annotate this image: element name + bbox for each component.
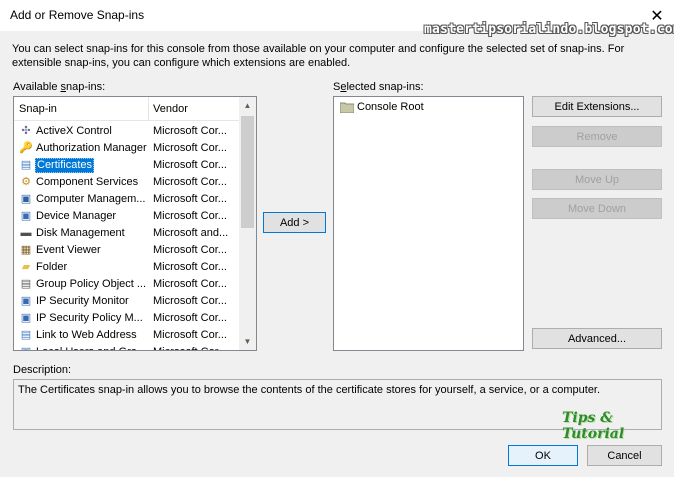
folder-icon: ▰: [21, 261, 31, 273]
certificates-icon: ▤: [20, 159, 32, 171]
list-item[interactable]: 🔑 Authorization Manager Microsoft Cor...: [14, 140, 240, 157]
snapin-name: IP Security Policy M...: [36, 312, 143, 324]
list-item[interactable]: ▣ IP Security Monitor Microsoft Cor...: [14, 293, 240, 310]
snapin-vendor: Microsoft Cor...: [153, 244, 227, 256]
available-snapins-list[interactable]: Snap-in Vendor ✣ ActiveX Control Microsoft…: [13, 96, 257, 351]
watermark-text: mastertipsorialindo.blogspot.com: [424, 22, 674, 37]
snapin-name: Component Services: [36, 176, 139, 188]
device-manager-icon: ▣: [20, 210, 32, 222]
snapin-name: Link to Web Address: [36, 329, 137, 341]
vertical-scrollbar[interactable]: ▲ ▼: [239, 97, 256, 350]
snapin-vendor: Microsoft Cor...: [153, 295, 227, 307]
remove-button[interactable]: Remove: [532, 126, 662, 147]
ip-security-monitor-icon: ▣: [20, 295, 32, 307]
selected-snapins-list[interactable]: Console Root: [333, 96, 524, 351]
list-item[interactable]: ▣ Computer Managem... Microsoft Cor...: [14, 191, 240, 208]
scroll-down-arrow-icon[interactable]: ▼: [239, 333, 256, 350]
snapin-name: Event Viewer: [36, 244, 101, 256]
list-item[interactable]: ▣ Device Manager Microsoft Cor...: [14, 208, 240, 225]
snapin-name: Device Manager: [36, 210, 117, 222]
folder-icon: [340, 100, 354, 114]
snapin-vendor: Microsoft Cor...: [153, 176, 227, 188]
snapin-vendor: Microsoft Cor...: [153, 346, 227, 350]
description-text: The Certificates snap-in allows you to b…: [18, 384, 601, 396]
web-link-icon: ▤: [20, 329, 32, 341]
snapin-vendor: Microsoft Cor...: [153, 142, 227, 154]
edit-extensions-button[interactable]: Edit Extensions...: [532, 96, 662, 117]
list-item[interactable]: ▣Local Users and Gro... Microsoft Cor...: [14, 344, 240, 350]
list-item[interactable]: ▬ Disk Management Microsoft and...: [14, 225, 240, 242]
selected-snapins-label: Selected snap-ins:: [333, 81, 424, 93]
snapin-vendor: Microsoft Cor...: [153, 312, 227, 324]
move-up-button[interactable]: Move Up: [532, 169, 662, 190]
snapin-vendor: Microsoft Cor...: [153, 210, 227, 222]
snapin-name: Folder: [36, 261, 68, 273]
snapin-vendor: Microsoft and...: [153, 227, 229, 239]
list-item[interactable]: ▣ IP Security Policy M... Microsoft Cor...: [14, 310, 240, 327]
move-down-button[interactable]: Move Down: [532, 198, 662, 219]
intro-text: You can select snap-ins for this console…: [12, 43, 625, 69]
list-item[interactable]: ⚙ Component Services Microsoft Cor...: [14, 174, 240, 191]
authorization-manager-icon: 🔑: [19, 142, 33, 154]
tips-tutorial-logo: Tips & Tutorial: [562, 410, 625, 442]
computer-management-icon: ▣: [20, 193, 32, 205]
scroll-up-arrow-icon[interactable]: ▲: [239, 97, 256, 114]
tree-item-console-root[interactable]: Console Root: [334, 99, 519, 116]
snapin-vendor: Microsoft Cor...: [153, 159, 227, 171]
group-policy-icon: ▤: [20, 278, 32, 290]
snapin-name: Certificates: [35, 158, 95, 173]
window-title: Add or Remove Snap-ins: [10, 8, 145, 22]
list-item[interactable]: ▤ Certificates Microsoft Cor...: [14, 157, 240, 174]
scrollbar-thumb[interactable]: [241, 116, 254, 228]
snapin-name: Group Policy Object ...: [36, 278, 147, 290]
column-divider[interactable]: [148, 97, 149, 121]
snapin-vendor: Microsoft Cor...: [153, 329, 227, 341]
snapin-name: Authorization Manager: [36, 142, 147, 154]
snapin-name: IP Security Monitor: [36, 295, 129, 307]
add-button[interactable]: Add >: [263, 212, 326, 233]
list-item[interactable]: ▤ Group Policy Object ... Microsoft Cor...: [14, 276, 240, 293]
description-label: Description:: [13, 364, 72, 376]
list-column-headers: Snap-in Vendor: [14, 97, 240, 121]
list-item[interactable]: ▤ Link to Web Address Microsoft Cor...: [14, 327, 240, 344]
column-header-vendor[interactable]: Vendor: [153, 103, 188, 115]
component-services-icon: ⚙: [21, 176, 31, 188]
list-item[interactable]: ▰ Folder Microsoft Cor...: [14, 259, 240, 276]
list-item[interactable]: ▦ Event Viewer Microsoft Cor...: [14, 242, 240, 259]
snapin-vendor: Microsoft Cor...: [153, 261, 227, 273]
snapin-name: ActiveX Control: [36, 125, 112, 137]
activex-icon: ✣: [21, 125, 31, 137]
event-viewer-icon: ▦: [20, 244, 32, 256]
snapin-name: Disk Management: [36, 227, 125, 239]
disk-management-icon: ▬: [20, 227, 32, 239]
list-item[interactable]: ✣ ActiveX Control Microsoft Cor...: [14, 123, 240, 140]
snapin-vendor: Microsoft Cor...: [153, 125, 227, 137]
local-users-icon: ▣: [19, 345, 33, 350]
available-snapins-label: Available snap-ins:: [13, 81, 106, 93]
ip-security-policy-icon: ▣: [20, 312, 32, 324]
snapin-vendor: Microsoft Cor...: [153, 278, 227, 290]
snapin-name: Local Users and Gro...: [36, 346, 146, 350]
column-header-snapin[interactable]: Snap-in: [19, 103, 57, 115]
snapin-name: Computer Managem...: [36, 193, 146, 205]
advanced-button[interactable]: Advanced...: [532, 328, 662, 349]
ok-button[interactable]: OK: [508, 445, 578, 466]
snapin-vendor: Microsoft Cor...: [153, 193, 227, 205]
cancel-button[interactable]: Cancel: [587, 445, 662, 466]
